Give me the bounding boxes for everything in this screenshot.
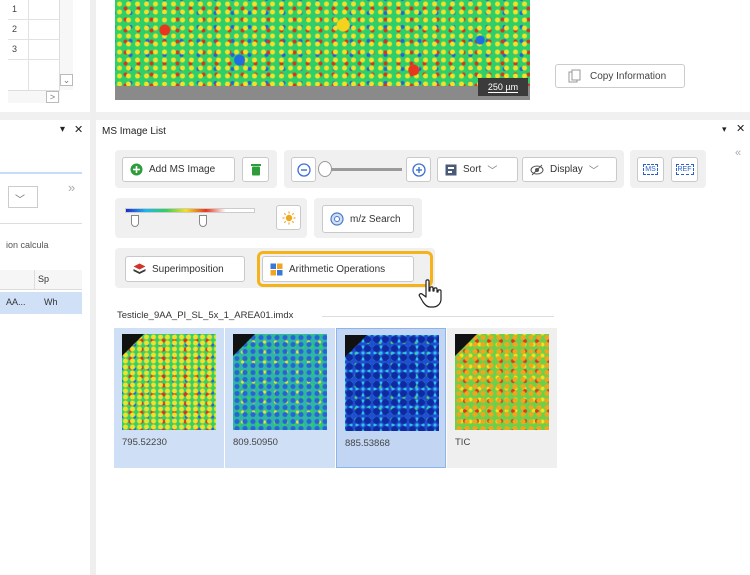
colorbar-max-handle[interactable] — [199, 215, 207, 227]
chevron-down-icon: ﹀ — [15, 195, 25, 206]
column-divider — [34, 270, 35, 290]
collapse-icon[interactable]: « — [735, 147, 741, 159]
thumbnail-mz-label: 795.52230 — [122, 437, 167, 448]
table-header-cell[interactable]: Sp — [38, 274, 49, 284]
table-header: Sp — [0, 270, 82, 290]
search-icon — [330, 212, 344, 226]
thumbnail-item[interactable]: 809.50950 — [225, 328, 335, 468]
panel-splitter-horizontal[interactable] — [0, 112, 750, 120]
thumbnail-item[interactable]: TIC — [447, 328, 557, 468]
pin-dropdown-icon[interactable]: ▾ — [722, 124, 727, 135]
superimposition-label: Superimposition — [152, 263, 224, 275]
ms-button[interactable]: MS — [637, 157, 664, 182]
delete-button[interactable] — [242, 157, 269, 182]
zoom-in-button[interactable] — [406, 157, 431, 182]
display-button[interactable]: Display ﹀ — [522, 157, 617, 182]
zoom-slider-handle[interactable] — [318, 161, 332, 177]
mz-search-label: m/z Search — [350, 213, 401, 225]
grid-row-label: 3 — [12, 44, 18, 54]
table-cell: AA... — [6, 297, 26, 307]
chevron-down-icon: ﹀ — [588, 166, 599, 177]
grid-row-label: 2 — [12, 24, 18, 34]
panel-title: MS Image List — [102, 126, 166, 137]
scale-bar: 250 µm — [478, 78, 528, 96]
sort-label: Sort — [463, 164, 482, 175]
scroll-down-icon[interactable]: ⌄ — [60, 74, 73, 86]
colorbar-min-handle[interactable] — [131, 215, 139, 227]
ms-image-preview[interactable] — [115, 0, 530, 100]
zoom-out-icon — [296, 162, 311, 177]
add-ms-image-button[interactable]: Add MS Image — [122, 157, 235, 182]
ms-icon: MS — [643, 164, 658, 175]
zoom-out-button[interactable] — [291, 157, 316, 182]
scroll-right-icon[interactable]: > — [46, 91, 59, 103]
ref-button[interactable]: REF — [671, 157, 698, 182]
close-icon[interactable]: ✕ — [736, 122, 745, 135]
vertical-scrollbar[interactable]: ⌄ — [59, 0, 73, 90]
divider — [322, 316, 554, 317]
thumbnail-item[interactable]: 795.52230 — [114, 328, 224, 468]
top-grid-panel: 1 2 3 ⌄ > — [0, 0, 73, 104]
hand-cursor-icon — [418, 279, 442, 308]
panel-header-line — [0, 172, 82, 174]
trash-icon — [250, 164, 261, 176]
close-icon[interactable]: ✕ — [74, 123, 83, 136]
horizontal-scrollbar[interactable]: > — [8, 90, 60, 103]
ref-icon: REF — [675, 164, 694, 175]
zoom-in-icon — [411, 162, 426, 177]
preview-footer-bar — [115, 86, 530, 100]
mz-search-button[interactable]: m/z Search — [322, 205, 414, 233]
intensity-colorbar — [125, 208, 255, 213]
zoom-slider-track[interactable] — [322, 168, 402, 171]
superimposition-button[interactable]: Superimposition — [125, 256, 245, 282]
scale-bar-label: 250 µm — [487, 82, 519, 93]
thumbnail-mz-label: 885.53868 — [345, 438, 390, 449]
left-dropdown[interactable]: ﹀ — [8, 186, 38, 208]
sort-icon — [445, 164, 457, 175]
pin-dropdown-icon[interactable]: ▾ — [60, 124, 65, 135]
ms-image-thumbnail — [233, 334, 327, 430]
sort-button[interactable]: Sort ﹀ — [437, 157, 518, 182]
thumbnail-mz-label: 809.50950 — [233, 437, 278, 448]
copy-information-button[interactable]: Copy Information — [555, 64, 685, 88]
file-name-label: Testicle_9AA_PI_SL_5x_1_AREA01.imdx — [117, 310, 294, 321]
expand-icon[interactable]: » — [68, 180, 75, 195]
chevron-down-icon: ﹀ — [487, 166, 498, 177]
grid-row[interactable]: 3 — [8, 40, 60, 60]
divider — [0, 223, 82, 224]
add-icon — [130, 163, 143, 176]
sun-icon — [282, 211, 295, 224]
copy-icon — [568, 69, 581, 83]
thumbnail-item[interactable]: 885.53868 — [336, 328, 446, 468]
panel-splitter-vertical[interactable] — [90, 0, 96, 575]
left-panel: ▾ ✕ » ﹀ ion calcula Sp AA... Wh — [0, 120, 90, 575]
thumbnail-mz-label: TIC — [455, 437, 471, 448]
grid-row[interactable]: 2 — [8, 20, 60, 40]
table-row[interactable]: AA... Wh — [0, 292, 82, 314]
eye-icon — [530, 164, 544, 175]
calculation-label: ion calcula — [6, 240, 49, 250]
table-cell: Wh — [44, 297, 58, 307]
add-ms-image-label: Add MS Image — [149, 164, 216, 175]
ms-image-thumbnail — [345, 335, 439, 431]
ms-image-thumbnail — [455, 334, 549, 430]
grid-row-label: 1 — [12, 4, 18, 14]
copy-information-label: Copy Information — [590, 70, 667, 82]
brightness-button[interactable] — [276, 205, 301, 230]
display-label: Display — [550, 164, 583, 175]
highlight-box — [257, 251, 433, 287]
layers-icon — [133, 263, 146, 274]
grid-row[interactable]: 1 — [8, 0, 60, 20]
ms-image-thumbnail — [122, 334, 216, 430]
